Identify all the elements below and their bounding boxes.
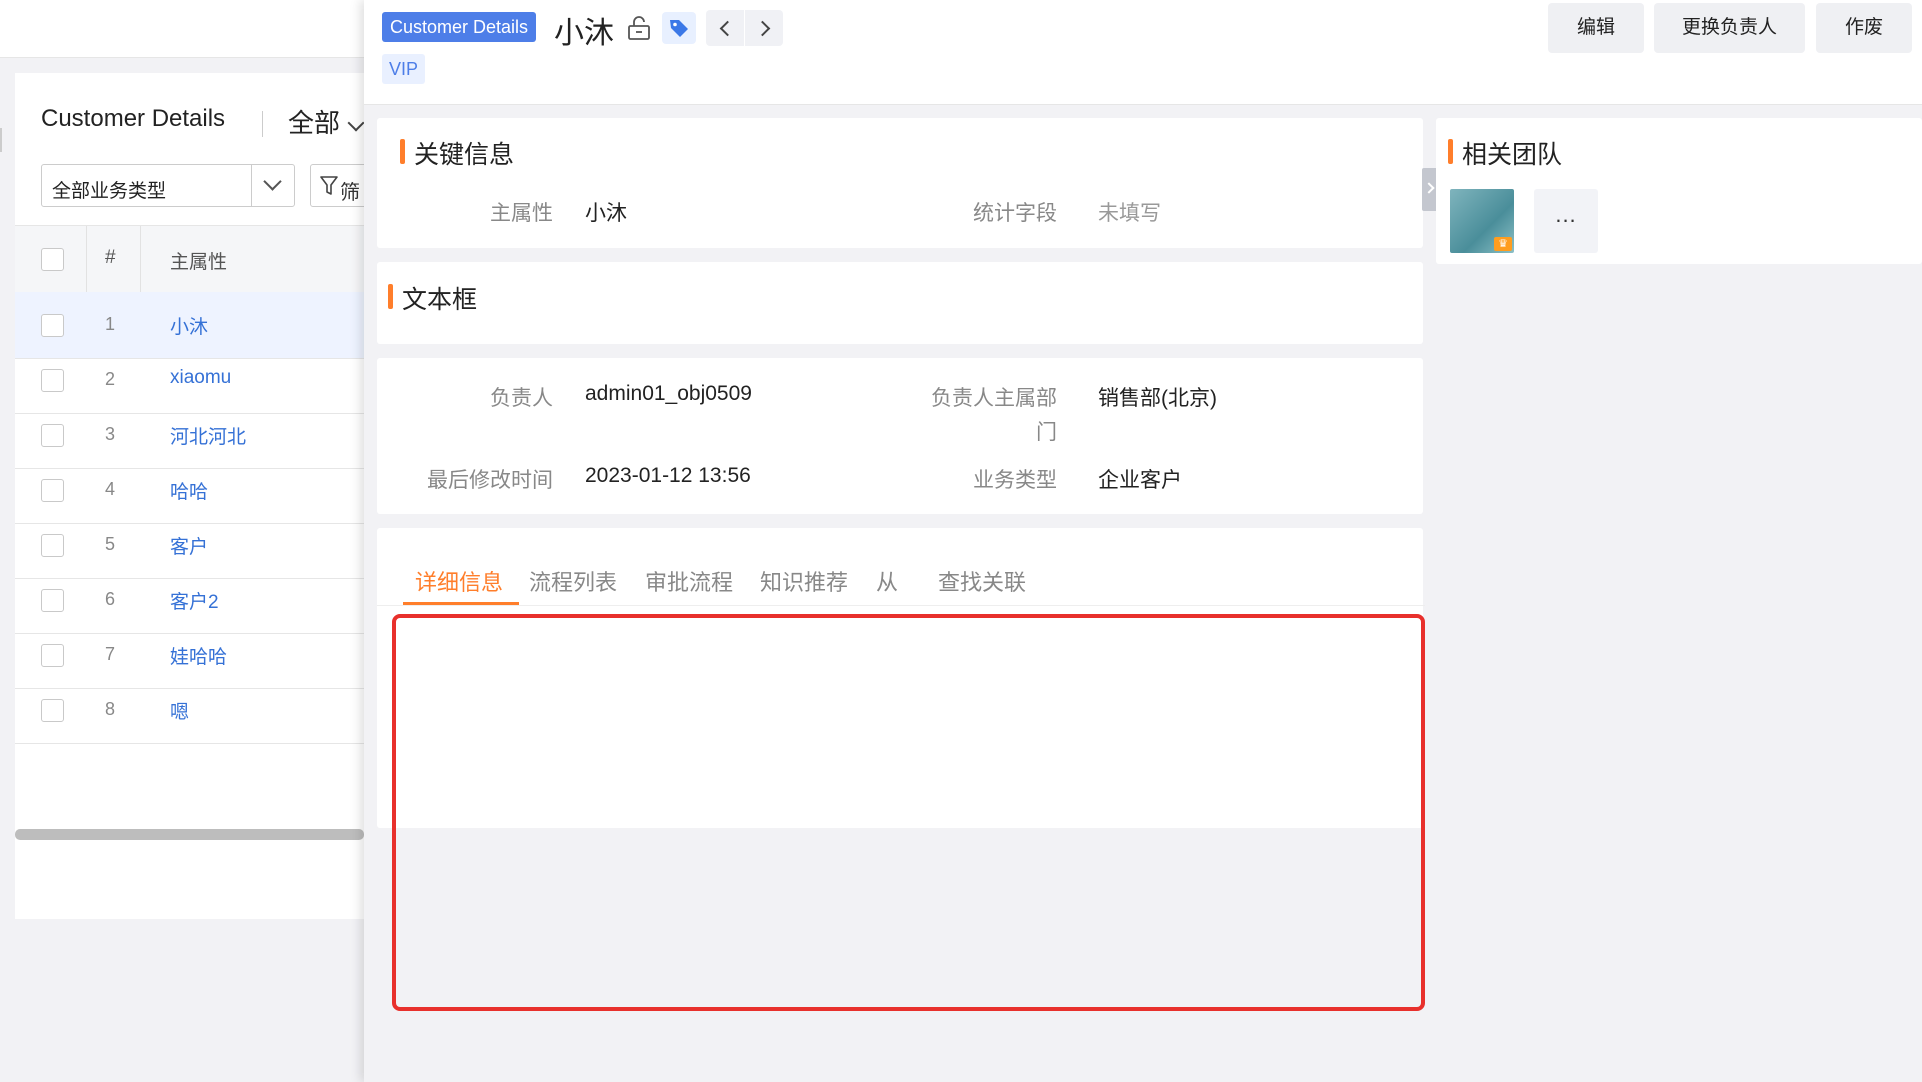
horizontal-scrollbar[interactable] — [15, 829, 364, 840]
filter-icon — [320, 176, 338, 195]
chevron-right-icon — [754, 20, 771, 37]
row-name-link[interactable]: 娃哈哈 — [170, 642, 227, 669]
textbox-section-title: 文本框 — [402, 286, 478, 314]
tab-knowledge[interactable]: 知识推荐 — [760, 565, 848, 597]
row-index: 3 — [105, 424, 116, 444]
row-name-link[interactable]: 小沐 — [170, 312, 208, 339]
row-checkbox[interactable] — [41, 644, 64, 667]
row-checkbox[interactable] — [41, 534, 64, 557]
filter-label: 筛 — [340, 182, 360, 204]
row-index: 7 — [105, 644, 116, 664]
main-attr-value: 小沐 — [585, 202, 627, 225]
tab-detail-info[interactable]: 详细信息 — [415, 565, 503, 597]
chevron-down-icon[interactable] — [347, 114, 365, 132]
key-info-title: 关键信息 — [414, 141, 515, 169]
detail-header: Customer Details 小沐 VIP 编辑 更换负责人 作废 — [364, 0, 1922, 105]
tabs-divider — [377, 605, 1425, 606]
business-type-select[interactable]: 全部业务类型 — [41, 164, 295, 207]
owner-dept-label: 负责人主属部 — [931, 387, 1057, 410]
select-divider — [251, 165, 252, 206]
owner-dept-value: 销售部(北京) — [1098, 387, 1217, 410]
section-accent — [400, 139, 405, 164]
row-name-link[interactable]: 客户2 — [170, 587, 219, 614]
tag-button[interactable] — [662, 12, 696, 44]
record-title: 小沐 — [554, 17, 614, 50]
owner-dept-label-wrap: 门 — [1036, 421, 1057, 444]
row-name-link[interactable]: 嗯 — [170, 697, 189, 724]
row-checkbox[interactable] — [41, 369, 64, 392]
owner-label: 负责人 — [490, 387, 553, 410]
related-team-title: 相关团队 — [1462, 141, 1563, 169]
void-button[interactable]: 作废 — [1816, 3, 1912, 53]
top-bar-left — [0, 0, 364, 58]
vip-tag[interactable]: VIP — [382, 54, 426, 84]
chevron-down-icon[interactable] — [263, 172, 282, 191]
owner-info-card: 负责人 admin01_obj0509 负责人主属部 门 销售部(北京) 最后修… — [377, 358, 1423, 514]
tab-flow-list[interactable]: 流程列表 — [529, 565, 617, 597]
row-name-link[interactable]: 客户 — [170, 532, 208, 559]
table-header: # 主属性 — [15, 225, 364, 293]
row-checkbox[interactable] — [41, 699, 64, 722]
row-index: 8 — [105, 699, 116, 719]
row-index: 1 — [105, 314, 116, 334]
select-all-checkbox[interactable] — [41, 248, 64, 271]
row-checkbox[interactable] — [41, 589, 64, 612]
object-type-badge: Customer Details — [382, 12, 537, 42]
owner-value: admin01_obj0509 — [585, 382, 752, 405]
unlock-icon[interactable] — [626, 15, 652, 41]
business-type-value: 企业客户 — [1098, 469, 1182, 492]
column-header-number: # — [105, 247, 116, 268]
key-info-card: 关键信息 主属性 小沐 统计字段 未填写 — [377, 118, 1423, 248]
last-modified-value: 2023-01-12 13:56 — [585, 464, 751, 487]
team-more-button[interactable]: ... — [1534, 189, 1598, 253]
crown-icon: ♛ — [1494, 237, 1512, 251]
section-accent — [388, 284, 393, 309]
row-checkbox[interactable] — [41, 314, 64, 337]
tab-lookup-relations[interactable]: 查找关联 — [938, 565, 1026, 597]
highlight-box — [392, 614, 1425, 1011]
edit-button[interactable]: 编辑 — [1548, 3, 1644, 53]
row-checkbox[interactable] — [41, 424, 64, 447]
tab-child[interactable]: 从 — [876, 565, 898, 597]
chevron-right-icon — [1423, 182, 1435, 194]
stat-field-label: 统计字段 — [973, 202, 1057, 225]
customer-list-panel: Customer Details 全部 全部业务类型 筛 # 主属性 1 小沐 … — [15, 73, 380, 919]
main-attr-label: 主属性 — [490, 202, 553, 225]
column-divider — [86, 226, 87, 292]
table-row[interactable]: 8 嗯 — [15, 677, 364, 744]
row-index: 6 — [105, 589, 116, 609]
textbox-section-card: 文本框 — [377, 262, 1423, 344]
tag-icon — [670, 20, 688, 37]
row-name-link[interactable]: xiaomu — [170, 367, 231, 389]
stat-field-value: 未填写 — [1098, 202, 1161, 225]
row-index: 5 — [105, 534, 116, 554]
change-owner-button[interactable]: 更换负责人 — [1654, 3, 1805, 53]
next-record-button[interactable] — [745, 10, 783, 46]
row-checkbox[interactable] — [41, 479, 64, 502]
scope-dropdown[interactable]: 全部 — [288, 103, 340, 140]
business-type-value: 全部业务类型 — [52, 181, 167, 202]
chevron-left-icon — [719, 20, 736, 37]
row-index: 4 — [105, 479, 116, 499]
row-name-link[interactable]: 河北河北 — [170, 422, 246, 449]
list-title: Customer Details — [41, 105, 226, 132]
last-modified-label: 最后修改时间 — [427, 469, 553, 492]
column-header-main-attr[interactable]: 主属性 — [170, 247, 227, 274]
business-type-label: 业务类型 — [973, 469, 1057, 492]
previous-record-button[interactable] — [706, 10, 744, 46]
title-divider — [262, 111, 263, 137]
row-index: 2 — [105, 369, 116, 389]
team-member-avatar[interactable]: ♛ — [1450, 189, 1514, 253]
row-name-link[interactable]: 哈哈 — [170, 477, 208, 504]
left-edge-strip — [0, 128, 2, 152]
tab-approval-flow[interactable]: 审批流程 — [645, 565, 733, 597]
section-accent — [1448, 139, 1453, 164]
column-divider — [140, 226, 141, 292]
detail-tabs: 详细信息 流程列表 审批流程 知识推荐 从 查找关联 — [377, 528, 1425, 606]
